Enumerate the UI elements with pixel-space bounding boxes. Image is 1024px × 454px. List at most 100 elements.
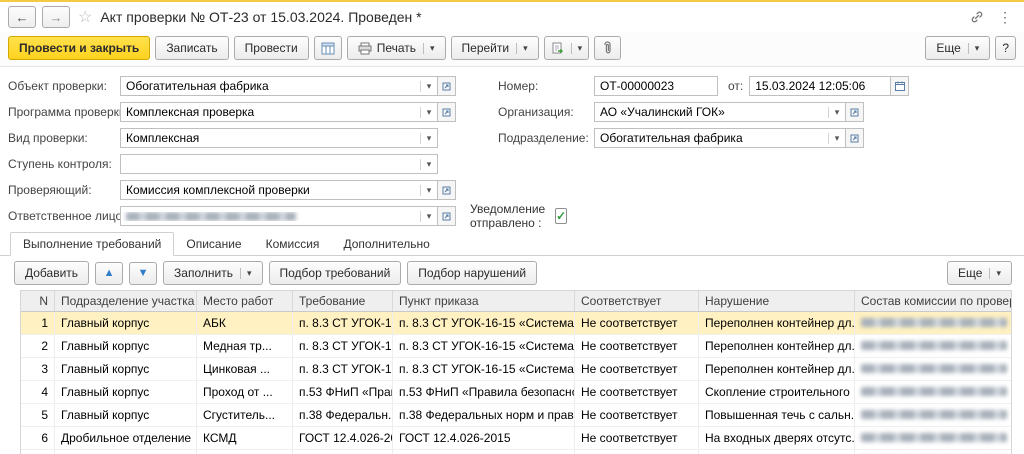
cell-committee-redacted[interactable] bbox=[855, 381, 1011, 403]
combo-arrow-icon[interactable]: ▾ bbox=[828, 133, 845, 144]
cell-n[interactable]: 5 bbox=[21, 404, 55, 426]
cell-division[interactable]: Главный корпус bbox=[55, 404, 197, 426]
chevron-down-icon[interactable]: ▾ bbox=[968, 43, 980, 54]
cell-violation[interactable]: Переполнен контейнер дл... bbox=[699, 358, 855, 380]
table-row[interactable]: 3Главный корпусЦинковая ...п. 8.3 СТ УГО… bbox=[21, 358, 1011, 381]
cell-order[interactable]: п.53 ФНиП «Правила безопасно... bbox=[393, 450, 575, 454]
object-input[interactable]: Обогатительная фабрика ▾ bbox=[120, 76, 438, 96]
cell-violation[interactable]: Скопление строительного ... bbox=[699, 450, 855, 454]
cell-compliance[interactable]: Не соответствует bbox=[575, 404, 699, 426]
get-link-icon[interactable] bbox=[966, 7, 988, 27]
responsible-input[interactable]: ▾ bbox=[120, 206, 438, 226]
table-row[interactable]: 2Главный корпусМедная тр...п. 8.3 СТ УГО… bbox=[21, 335, 1011, 358]
responsible-open-button[interactable] bbox=[438, 206, 456, 226]
cell-n[interactable]: 1 bbox=[21, 312, 55, 334]
cell-compliance[interactable]: Не соответствует bbox=[575, 335, 699, 357]
cell-order[interactable]: п. 8.3 СТ УГОК-16-15 «Система ... bbox=[393, 335, 575, 357]
table-row[interactable]: 4Главный корпусПроход от ...п.53 ФНиП «П… bbox=[21, 381, 1011, 404]
add-row-button[interactable]: Добавить bbox=[14, 261, 89, 285]
cell-committee-redacted[interactable] bbox=[855, 335, 1011, 357]
program-open-button[interactable] bbox=[438, 102, 456, 122]
cell-place[interactable]: Медная тр... bbox=[197, 335, 293, 357]
forward-icon[interactable]: → bbox=[42, 6, 70, 28]
chevron-down-icon[interactable]: ▾ bbox=[423, 43, 435, 54]
cell-place[interactable]: папапт bbox=[197, 450, 293, 454]
number-input[interactable]: ОТ-00000023 bbox=[594, 76, 718, 96]
cell-requirement[interactable]: п.53 ФНиП «Прав... bbox=[293, 381, 393, 403]
table-row[interactable]: 1Главный корпусАБКп. 8.3 СТ УГОК-1...п. … bbox=[21, 312, 1011, 335]
cell-order[interactable]: ГОСТ 12.4.026-2015 bbox=[393, 427, 575, 449]
cell-n[interactable]: 6 bbox=[21, 427, 55, 449]
cell-place[interactable]: КСМД bbox=[197, 427, 293, 449]
calendar-icon-button[interactable] bbox=[891, 76, 909, 96]
program-input[interactable]: Комплексная проверка ▾ bbox=[120, 102, 438, 122]
cell-requirement[interactable]: п.53 ФНиП «Прав... bbox=[293, 450, 393, 454]
table-row[interactable]: 5Главный корпусСгуститель...п.38 Федерал… bbox=[21, 404, 1011, 427]
cell-violation[interactable]: Переполнен контейнер дл... bbox=[699, 335, 855, 357]
combo-arrow-icon[interactable]: ▾ bbox=[828, 107, 845, 118]
pick-requirements-button[interactable]: Подбор требований bbox=[269, 261, 402, 285]
more-button[interactable]: Еще ▾ bbox=[925, 36, 990, 60]
chevron-down-icon[interactable]: ▾ bbox=[516, 43, 528, 54]
cell-n[interactable]: 3 bbox=[21, 358, 55, 380]
cell-compliance[interactable]: Не соответствует bbox=[575, 358, 699, 380]
attachments-button[interactable] bbox=[594, 36, 621, 60]
cell-n[interactable]: 4 bbox=[21, 381, 55, 403]
organization-open-button[interactable] bbox=[846, 102, 864, 122]
cell-committee-redacted[interactable] bbox=[855, 427, 1011, 449]
cell-place[interactable]: Проход от ... bbox=[197, 381, 293, 403]
cell-requirement[interactable]: п. 8.3 СТ УГОК-1... bbox=[293, 335, 393, 357]
cell-requirement[interactable]: п.38 Федеральн... bbox=[293, 404, 393, 426]
column-header[interactable]: Нарушение bbox=[699, 291, 855, 311]
cell-committee-redacted[interactable] bbox=[855, 404, 1011, 426]
cell-violation[interactable]: На входных дверях отсутс... bbox=[699, 427, 855, 449]
cell-committee-redacted[interactable] bbox=[855, 358, 1011, 380]
column-header[interactable]: Требование bbox=[293, 291, 393, 311]
cell-division[interactable]: Дробильное отделение bbox=[55, 427, 197, 449]
cell-compliance[interactable]: Не соответствует bbox=[575, 381, 699, 403]
combo-arrow-icon[interactable]: ▾ bbox=[420, 81, 437, 92]
cell-violation[interactable]: Переполнен контейнер дл... bbox=[699, 312, 855, 334]
cell-place[interactable]: Цинковая ... bbox=[197, 358, 293, 380]
tab-description[interactable]: Описание bbox=[174, 233, 253, 255]
cell-place[interactable]: Сгуститель... bbox=[197, 404, 293, 426]
cell-violation[interactable]: Скопление строительного ... bbox=[699, 381, 855, 403]
department-open-button[interactable] bbox=[846, 128, 864, 148]
move-up-icon[interactable]: ▲ bbox=[95, 262, 123, 285]
cell-place[interactable]: АБК bbox=[197, 312, 293, 334]
cell-n[interactable]: 2 bbox=[21, 335, 55, 357]
date-input[interactable]: 15.03.2024 12:05:06 bbox=[749, 76, 891, 96]
cell-division[interactable]: Главный корпус bbox=[55, 358, 197, 380]
cell-requirement[interactable]: п. 8.3 СТ УГОК-1... bbox=[293, 358, 393, 380]
cell-requirement[interactable]: п. 8.3 СТ УГОК-1... bbox=[293, 312, 393, 334]
combo-arrow-icon[interactable]: ▾ bbox=[420, 185, 437, 196]
cell-committee-redacted[interactable] bbox=[855, 450, 1011, 454]
cell-compliance[interactable]: Не соответствует bbox=[575, 427, 699, 449]
cell-compliance[interactable]: Не соответствует bbox=[575, 312, 699, 334]
table-row[interactable]: 7Отделение приготовл...папаптп.53 ФНиП «… bbox=[21, 450, 1011, 454]
cell-division[interactable]: Главный корпус bbox=[55, 335, 197, 357]
tab-additional[interactable]: Дополнительно bbox=[331, 233, 441, 255]
organization-input[interactable]: АО «Учалинский ГОК» ▾ bbox=[594, 102, 846, 122]
post-button[interactable]: Провести bbox=[234, 36, 309, 60]
cell-division[interactable]: Главный корпус bbox=[55, 312, 197, 334]
table-more-button[interactable]: Еще ▾ bbox=[947, 261, 1012, 285]
chevron-down-icon[interactable]: ▾ bbox=[571, 43, 583, 54]
column-header[interactable]: Состав комиссии по проверке bbox=[855, 291, 1011, 311]
chevron-down-icon[interactable]: ▾ bbox=[989, 268, 1001, 279]
cell-committee-redacted[interactable] bbox=[855, 312, 1011, 334]
stage-input[interactable]: ▾ bbox=[120, 154, 438, 174]
print-button[interactable]: Печать ▾ bbox=[347, 36, 446, 60]
post-and-close-button[interactable]: Провести и закрыть bbox=[8, 36, 150, 60]
cell-order[interactable]: п.38 Федеральных норм и прави... bbox=[393, 404, 575, 426]
kind-input[interactable]: Комплексная ▾ bbox=[120, 128, 438, 148]
cell-violation[interactable]: Повышенная течь с сальн... bbox=[699, 404, 855, 426]
navigate-button[interactable]: Перейти ▾ bbox=[451, 36, 539, 60]
combo-arrow-icon[interactable]: ▾ bbox=[420, 133, 437, 144]
back-icon[interactable]: ← bbox=[8, 6, 36, 28]
help-button[interactable]: ? bbox=[995, 36, 1016, 60]
cell-order[interactable]: п.53 ФНиП «Правила безопасно... bbox=[393, 381, 575, 403]
cell-division[interactable]: Главный корпус bbox=[55, 381, 197, 403]
write-button[interactable]: Записать bbox=[155, 36, 228, 60]
move-down-icon[interactable]: ▼ bbox=[129, 262, 157, 285]
